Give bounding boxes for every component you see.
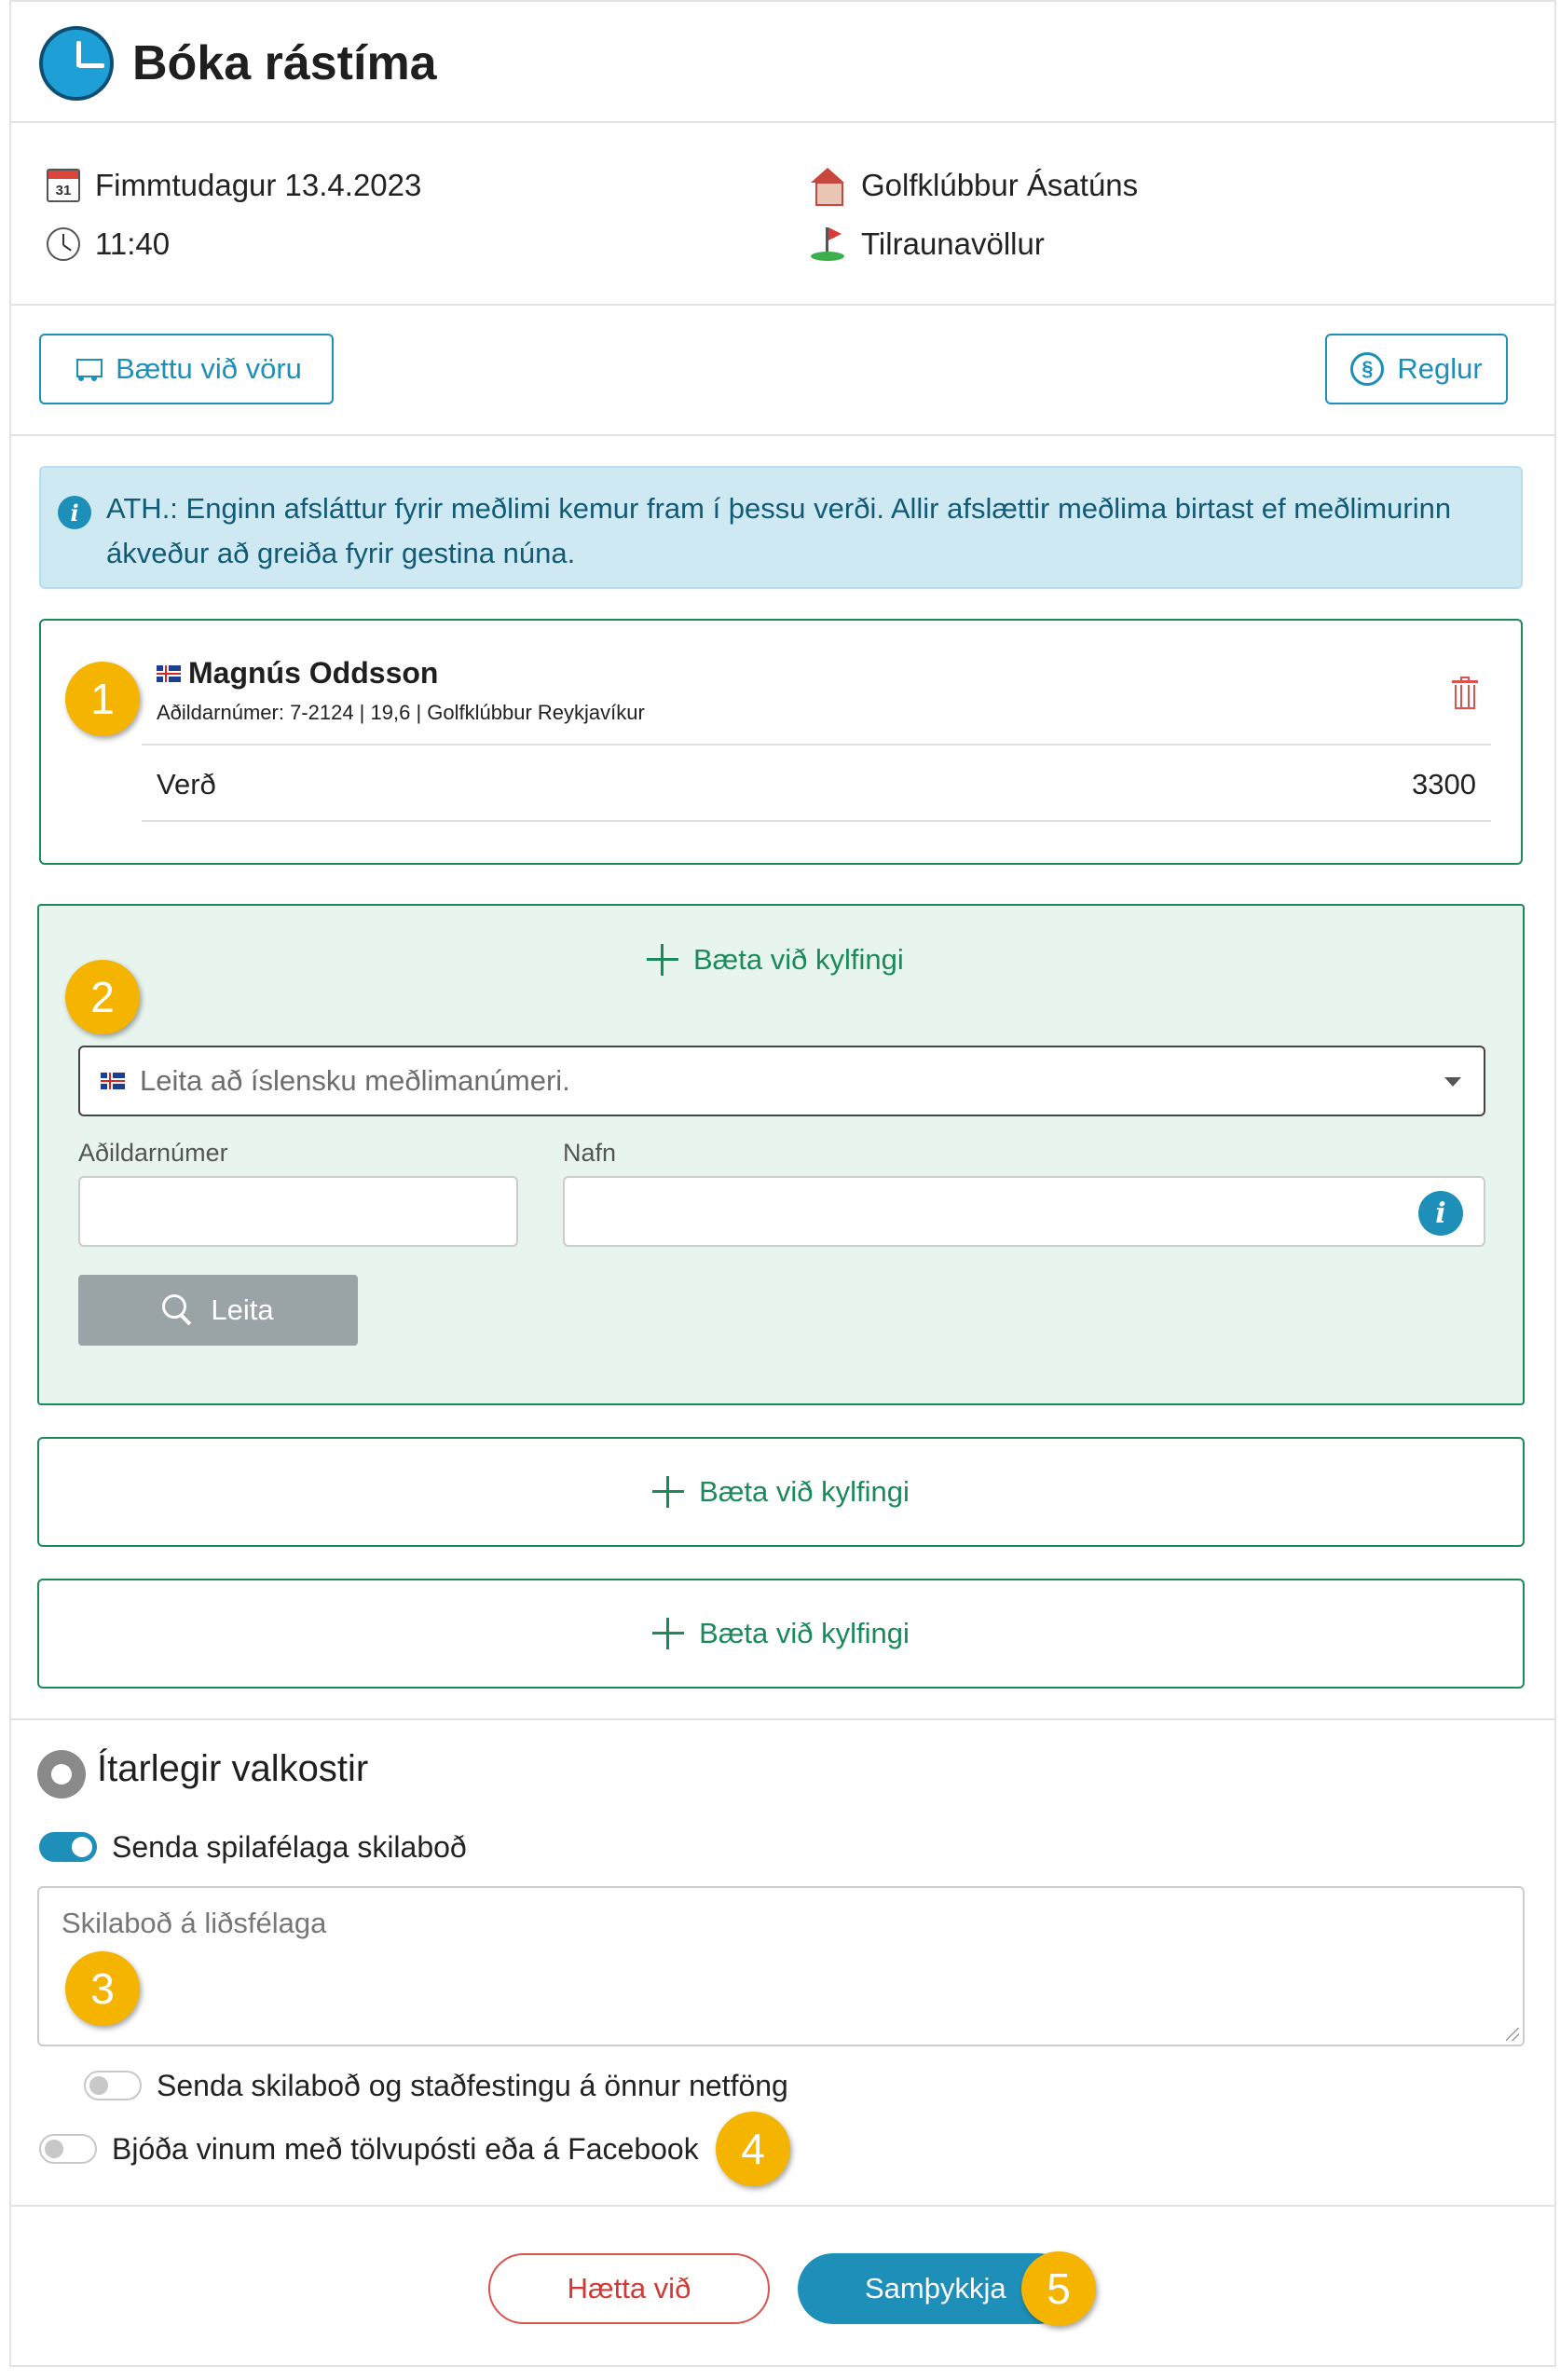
date-row: 31 Fimmtudagur 13.4.2023: [47, 168, 421, 203]
add-product-button[interactable]: Bættu við vöru: [39, 334, 334, 404]
date-text: Fimmtudagur 13.4.2023: [95, 168, 422, 202]
divider: [142, 744, 1491, 745]
name-field[interactable]: i: [563, 1176, 1485, 1247]
gear-icon: [34, 1746, 89, 1802]
divider: [9, 121, 1556, 123]
price-value: 3300: [1412, 768, 1476, 800]
golf-flag-icon: [809, 226, 846, 263]
clock-icon: [39, 26, 114, 101]
clock-icon: [47, 227, 80, 261]
trash-icon[interactable]: [1452, 677, 1478, 710]
callout-badge-5: 5: [1021, 2251, 1096, 2326]
iceland-flag-icon: [101, 1073, 125, 1089]
add-golfer-panel: Bæta við kylfingi Leita að íslensku meðl…: [37, 904, 1525, 1405]
search-button-label: Leita: [211, 1293, 274, 1326]
club-text: Golfklúbbur Ásatúns: [861, 168, 1139, 202]
callout-badge-4: 4: [716, 2112, 790, 2186]
message-placeholder: Skilaboð á liðsfélaga: [62, 1907, 327, 1939]
course-text: Tilraunavöllur: [861, 226, 1045, 261]
rules-button[interactable]: § Reglur: [1325, 334, 1508, 404]
discount-notice: i ATH.: Enginn afsláttur fyrir meðlimi k…: [39, 466, 1523, 589]
plus-icon: [652, 1618, 685, 1649]
divider: [9, 304, 1556, 306]
resize-handle[interactable]: [1506, 2028, 1519, 2041]
page-title: Bóka rástíma: [132, 36, 437, 90]
message-textarea[interactable]: Skilaboð á liðsfélaga: [37, 1886, 1525, 2046]
callout-badge-1: 1: [65, 662, 140, 736]
player-name-row: Magnús Oddsson: [157, 656, 438, 691]
add-golfer-label: Bæta við kylfingi: [699, 1475, 910, 1508]
booking-page: Bóka rástíma 31 Fimmtudagur 13.4.2023 11…: [0, 0, 1560, 2380]
player-meta: Aðildarnúmer: 7-2124 | 19,6 | Golfklúbbu…: [157, 701, 645, 724]
send-other-emails-toggle[interactable]: [84, 2071, 142, 2100]
divider: [9, 2205, 1556, 2207]
member-search-placeholder: Leita að íslensku meðlimanúmeri.: [140, 1064, 570, 1097]
search-button[interactable]: Leita: [78, 1275, 358, 1346]
add-golfer-box[interactable]: Bæta við kylfingi: [37, 1437, 1525, 1547]
send-message-label: Senda spilafélaga skilaboð: [112, 1830, 467, 1864]
add-product-label: Bættu við vöru: [116, 352, 302, 385]
member-no-label: Aðildarnúmer: [78, 1139, 228, 1167]
send-other-emails-label: Senda skilaboð og staðfestingu á önnur n…: [157, 2069, 788, 2102]
member-no-field[interactable]: [78, 1176, 518, 1247]
add-golfer-link[interactable]: Bæta við kylfingi: [652, 1617, 910, 1650]
divider: [9, 1718, 1556, 1720]
time-text: 11:40: [95, 226, 171, 261]
confirm-label: Samþykkja: [865, 2272, 1006, 2305]
name-label: Nafn: [563, 1139, 617, 1167]
player-card: Magnús Oddsson Aðildarnúmer: 7-2124 | 19…: [39, 619, 1523, 865]
iceland-flag-icon: [157, 664, 181, 682]
divider: [9, 434, 1556, 436]
member-search-select[interactable]: Leita að íslensku meðlimanúmeri.: [78, 1046, 1485, 1116]
callout-badge-3: 3: [65, 1951, 140, 2026]
invite-friends-toggle[interactable]: [39, 2134, 97, 2164]
invite-friends-label: Bjóða vinum með tölvupósti eða á Faceboo…: [112, 2132, 699, 2166]
page-header: Bóka rástíma: [39, 17, 437, 110]
house-icon: [809, 168, 846, 206]
cart-icon: [71, 355, 103, 383]
add-golfer-box[interactable]: Bæta við kylfingi: [37, 1579, 1525, 1689]
callout-badge-2: 2: [65, 960, 140, 1034]
search-icon: [162, 1294, 194, 1326]
plus-icon: [652, 1476, 685, 1508]
time-row: 11:40: [47, 226, 170, 262]
player-name: Magnús Oddsson: [188, 656, 439, 690]
add-golfer-label: Bæta við kylfingi: [699, 1617, 910, 1649]
calendar-icon: 31: [47, 169, 80, 202]
add-golfer-link[interactable]: Bæta við kylfingi: [652, 1475, 910, 1509]
info-icon[interactable]: i: [1418, 1191, 1463, 1236]
club-row: Golfklúbbur Ásatúns: [809, 168, 1139, 206]
add-golfer-label: Bæta við kylfingi: [693, 943, 904, 976]
notice-text: ATH.: Enginn afsláttur fyrir meðlimi kem…: [106, 492, 1452, 569]
info-icon: i: [58, 496, 91, 529]
advanced-options-title: Ítarlegir valkostir: [97, 1748, 369, 1789]
course-row: Tilraunavöllur: [809, 226, 1045, 263]
caret-down-icon: [1444, 1077, 1461, 1087]
cancel-button[interactable]: Hætta við: [488, 2253, 770, 2324]
paragraph-icon: §: [1350, 352, 1385, 386]
send-message-toggle[interactable]: [39, 1832, 97, 1862]
plus-icon: [647, 944, 678, 976]
price-label: Verð: [157, 768, 216, 800]
add-golfer-link[interactable]: Bæta við kylfingi: [647, 943, 904, 977]
rules-label: Reglur: [1397, 352, 1483, 385]
divider: [142, 820, 1491, 822]
